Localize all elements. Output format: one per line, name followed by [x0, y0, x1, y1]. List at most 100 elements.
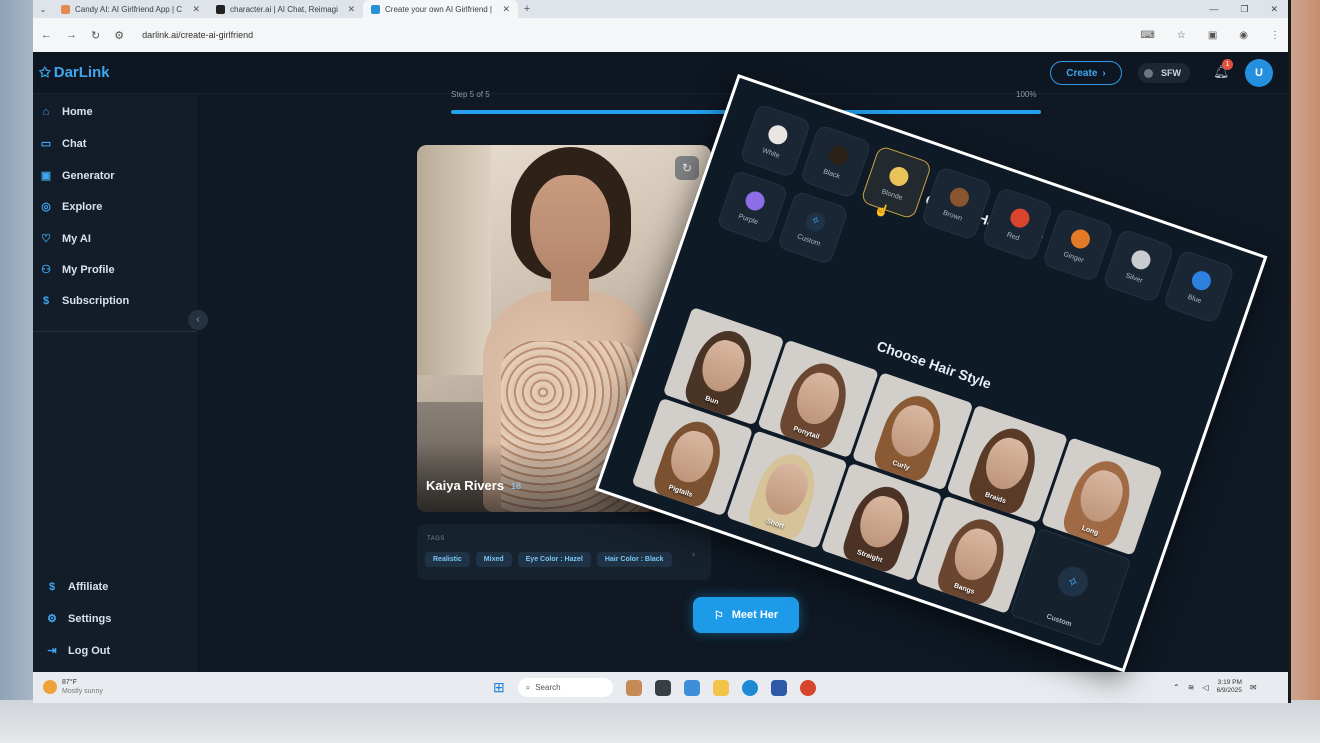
sidebar-item-affiliate[interactable]: $ Affiliate [45, 581, 108, 593]
create-label: Create [1066, 67, 1098, 79]
profile-icon[interactable]: ◉ [1239, 30, 1248, 41]
notification-icon[interactable]: ✉ [1250, 683, 1257, 692]
weather-text: 87°F Mostly sunny [62, 678, 103, 696]
edge-icon[interactable] [741, 679, 758, 696]
taskbar-search[interactable]: ⌕ Search [517, 678, 613, 697]
weather-widget[interactable]: 87°F Mostly sunny [43, 678, 103, 696]
logout-icon: ⇥ [47, 645, 57, 657]
browser-tab-candy[interactable]: Candy AI: AI Girlfriend App | C ✕ [53, 0, 208, 18]
wifi-icon[interactable]: ≋ [1188, 683, 1195, 692]
app-icon[interactable] [770, 679, 787, 696]
tag: Realistic [425, 552, 470, 567]
window-controls: — ❐ ✕ [1209, 4, 1288, 15]
hair-color-option-brown[interactable]: Brown [920, 165, 994, 241]
windows-start-icon[interactable]: ⊞ [493, 679, 505, 696]
hair-color-option-silver[interactable]: Silver [1102, 228, 1175, 304]
sidebar-item-my-ai[interactable]: ♡ My AI [39, 232, 91, 246]
meet-her-button[interactable]: ⚐ Meet Her [693, 597, 799, 633]
menu-dots-icon[interactable]: ⋮ [1270, 30, 1280, 41]
sidebar-item-generator[interactable]: ▣ Generator [39, 169, 115, 183]
color-dot [1189, 267, 1214, 293]
logo-text: DarLink [53, 64, 110, 81]
tab-title: Candy AI: AI Girlfriend App | C [75, 4, 183, 14]
back-icon[interactable]: ← [41, 29, 52, 41]
browser-tab-character[interactable]: character.ai | AI Chat, Reimagi ✕ [208, 0, 363, 18]
regenerate-icon[interactable]: ↻ [675, 156, 699, 180]
background-bottom [0, 700, 1320, 743]
clock-date: 6/9/2025 [1216, 687, 1242, 694]
browser-toolbar: ⌨ ☆ ▣ ◉ ⋮ [1140, 30, 1280, 41]
character-age: 18 [511, 481, 522, 491]
sidebar-item-home[interactable]: ⌂ Home [39, 106, 93, 118]
hair-color-option-black[interactable]: Black [799, 124, 873, 200]
hair-color-option-blue[interactable]: Blue [1162, 249, 1236, 325]
close-icon[interactable]: ✕ [502, 4, 510, 15]
reload-icon[interactable]: ↻ [91, 29, 100, 42]
chevron-right-icon[interactable]: › [692, 549, 695, 559]
hair-color-option-ginger[interactable]: Ginger [1041, 207, 1115, 283]
url-field[interactable]: darlink.ai/create-ai-girlfriend [142, 30, 253, 40]
close-window-icon[interactable]: ✕ [1270, 4, 1278, 15]
sidebar-item-settings[interactable]: ⚙ Settings [45, 612, 111, 626]
sparkle-icon: ✧ [1053, 562, 1093, 601]
file-explorer-icon[interactable] [712, 679, 729, 696]
color-label: Blue [1186, 293, 1203, 305]
extensions-icon[interactable]: ▣ [1208, 30, 1217, 41]
gear-icon: ⚙ [47, 613, 57, 625]
sidebar: ⌂ Home ▭ Chat ▣ Generator ◎ Explore ♡ My… [33, 94, 197, 672]
task-view-icon[interactable] [654, 679, 671, 696]
system-clock[interactable]: 3:19 PM 6/9/2025 [1217, 679, 1242, 695]
browser-tab-darlink[interactable]: Create your own AI Girlfriend | ✕ [363, 0, 518, 18]
sidebar-item-explore[interactable]: ◎ Explore [39, 200, 102, 214]
tag-list: Realistic Mixed Eye Color : Hazel Hair C… [425, 552, 672, 567]
chat-icon: ▭ [40, 138, 52, 150]
bookmark-star-icon[interactable]: ☆ [1177, 30, 1186, 41]
darlink-logo[interactable]: ✩ DarLink [39, 64, 110, 81]
user-avatar[interactable]: U [1245, 59, 1273, 87]
meet-her-label: Meet Her [731, 609, 779, 621]
hair-color-option-red[interactable]: Red [981, 186, 1054, 262]
hair-color-option-purple[interactable]: Purple [716, 169, 789, 245]
sidebar-item-label: Affiliate [68, 581, 109, 593]
close-icon[interactable]: ✕ [347, 4, 355, 15]
minimize-icon[interactable]: — [1209, 4, 1218, 15]
character-name: Kaiya Rivers [426, 478, 505, 493]
sidebar-item-subscription[interactable]: $ Subscription [39, 295, 129, 307]
hair-color-option-white[interactable]: White [739, 103, 812, 179]
sidebar-item-logout[interactable]: ⇥ Log Out [45, 644, 110, 658]
hair-style-grid: Bun Ponytail Curly Braids Long Pigtails Short S… [631, 306, 1166, 647]
color-dot [1068, 226, 1093, 251]
chevron-up-icon[interactable]: ⌃ [1173, 683, 1180, 692]
tags-card: TAGS Realistic Mixed Eye Color : Hazel H… [417, 524, 711, 580]
sidebar-item-chat[interactable]: ▭ Chat [39, 137, 87, 151]
new-tab-button[interactable]: + [518, 3, 536, 15]
color-label: Silver [1124, 271, 1144, 285]
tag: Hair Color : Black [596, 552, 672, 567]
widget-icon[interactable] [625, 679, 642, 696]
sidebar-item-label: Home [62, 106, 93, 118]
sidebar-item-label: Chat [62, 137, 87, 150]
windows-taskbar: 87°F Mostly sunny ⊞ ⌕ Search ⌃ ≋ ◁ 3:19 … [33, 672, 1288, 703]
color-dot [742, 188, 767, 213]
hair-color-option-custom[interactable]: ✧ Custom [776, 190, 850, 266]
volume-icon[interactable]: ◁ [1202, 683, 1208, 692]
hair-color-option-blonde[interactable]: Blonde [860, 144, 933, 220]
store-icon[interactable] [683, 679, 700, 696]
chrome-icon[interactable] [799, 679, 816, 696]
weather-desc: Mostly sunny [62, 688, 103, 695]
color-dot [1007, 205, 1032, 230]
restore-icon[interactable]: ❐ [1240, 4, 1248, 15]
generator-icon: ▣ [40, 170, 52, 182]
create-button[interactable]: Create › [1050, 61, 1122, 85]
tab-search-icon[interactable]: ⌄ [33, 5, 53, 14]
close-icon[interactable]: ✕ [192, 4, 200, 15]
forward-icon[interactable]: → [66, 29, 77, 41]
explore-icon: ◎ [41, 201, 51, 213]
translate-icon[interactable]: ⌨ [1140, 30, 1154, 41]
site-info-icon[interactable]: ⚙ [114, 29, 124, 42]
sidebar-item-my-profile[interactable]: ⚇ My Profile [39, 263, 115, 277]
color-label: Blonde [880, 187, 904, 202]
user-icon: ⚇ [41, 264, 51, 276]
color-label: Red [1005, 231, 1021, 242]
sfw-toggle[interactable]: SFW [1138, 63, 1190, 83]
